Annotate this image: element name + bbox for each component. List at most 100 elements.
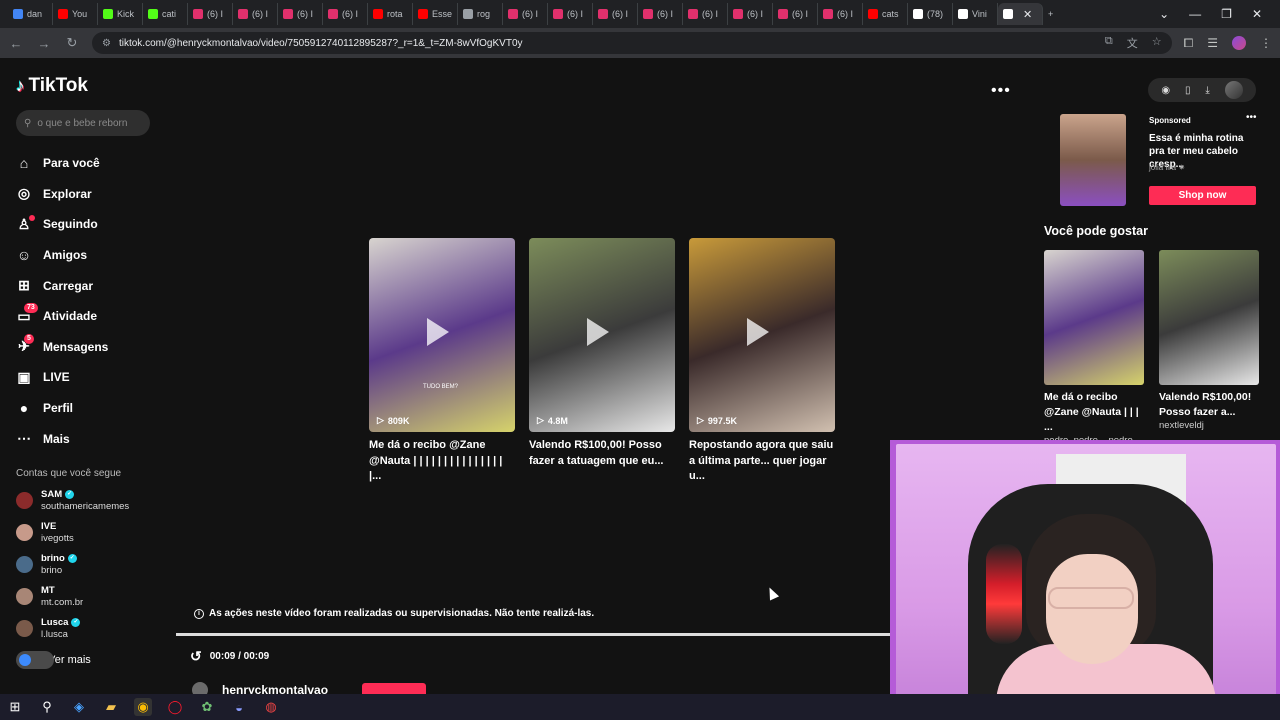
chrome-icon[interactable]: ◉ [134,698,152,716]
nav-item-carregar[interactable]: ⊞ Carregar [16,270,170,301]
following-item[interactable]: MT mt.com.br [16,581,170,613]
file-explorer-icon[interactable]: ▰ [102,698,120,716]
start-icon[interactable]: ⊞ [6,698,24,716]
taskbar-search-icon[interactable]: ⚲ [38,698,56,716]
recommended-caption[interactable]: Me dá o recibo @Zane @Nauta | | | ... [1044,390,1144,435]
tiktok-logo[interactable]: ♪ TikTok [16,74,170,98]
recommended-author[interactable]: nextleveldj [1159,420,1259,431]
device-icon[interactable]: ▯ [1185,85,1191,96]
browser-tab[interactable]: (78) [908,3,954,25]
video-caption[interactable]: Me dá o recibo @Zane @Nauta | | | | | | … [369,438,515,485]
extensions-icon[interactable]: ⧠ [1184,36,1194,51]
browser-tab[interactable]: (6) I [773,3,819,25]
browser-tab[interactable]: cats [863,3,909,25]
recommended-thumbnail[interactable] [1159,250,1259,385]
download-icon[interactable]: ⤓ [1205,85,1209,96]
video-caption[interactable]: Valendo R$100,00! Posso fazer a tatuagem… [529,438,675,469]
see-more-link[interactable]: Ver mais [48,654,91,666]
video-thumbnail[interactable]: TUDO BEM? ▷ 809K [369,238,515,432]
nav-item-perfil[interactable]: ● Perfil [16,393,170,424]
tiktok-favicon-icon [1003,9,1014,19]
media-icon[interactable]: ☰ [1207,36,1218,50]
obs-icon[interactable]: ◍ [262,698,280,716]
view-count-value: 4.8M [547,415,568,426]
browser-tab[interactable]: rog [458,3,504,25]
close-tab-icon[interactable]: ✕ [1023,8,1032,21]
recommended-video[interactable]: Valendo R$100,00! Posso fazer a... nextle… [1159,250,1259,431]
more-options-icon[interactable]: ••• [991,82,1011,100]
browser-tab[interactable]: (6) I [593,3,639,25]
nav-item-atividade[interactable]: ▭ 73 Atividade [16,301,170,332]
recommended-video[interactable]: Me dá o recibo @Zane @Nauta | | | ...ped… [1044,250,1146,446]
following-item[interactable]: IVE ivegotts [16,517,170,549]
ad-more-icon[interactable]: ••• [1246,112,1257,123]
coins-icon[interactable]: ◉ [1161,85,1170,96]
maximize-button[interactable]: ❐ [1221,7,1232,21]
browser-tab[interactable]: (6) I [818,3,864,25]
install-app-icon[interactable]: ⧉ [1105,35,1113,51]
copilot-icon[interactable]: ◈ [70,698,88,716]
video-card[interactable]: TUDO BEM? ▷ 809K Me dá o recibo @Zane @Naut… [369,238,515,485]
video-card[interactable]: ▷ 4.8M Valendo R$100,00! Posso fazer a tat… [529,238,675,485]
browser-tab[interactable]: (6) I [278,3,323,25]
video-card[interactable]: ▷ 997.5K Repostando agora que saiu a últim… [689,238,835,485]
browser-tab[interactable]: Esse [413,3,459,25]
browser-tab[interactable]: (6) I [728,3,774,25]
nav-item-mensagens[interactable]: ✈ 5 Mensagens [16,332,170,363]
progress-bar[interactable] [176,633,892,636]
tab-search-icon[interactable]: ⌄ [1159,7,1169,21]
browser-tab[interactable]: rota [368,3,413,25]
translate-icon[interactable]: 文 [1127,35,1138,51]
browser-tab[interactable]: (6) I [638,3,684,25]
ad-image[interactable] [1060,114,1126,206]
browser-tab[interactable]: (6) I [548,3,594,25]
active-tab[interactable]: ✕ [998,3,1044,25]
game-icon[interactable]: ✿ [198,698,216,716]
minimize-button[interactable]: — [1189,7,1201,21]
browser-tab[interactable]: (6) I [683,3,729,25]
new-tab-button[interactable]: + [1043,3,1088,25]
browser-tab[interactable]: Kick [98,3,143,25]
video-thumbnail[interactable]: ▷ 997.5K [689,238,835,432]
browser-tab[interactable]: dan [8,3,53,25]
following-item[interactable]: Lusca ✓ l.lusca [16,613,170,645]
browser-tab[interactable]: (6) I [188,3,233,25]
view-count: ▷ 4.8M [537,415,568,426]
back-button[interactable]: ← [8,36,24,51]
toggle-switch[interactable] [16,650,54,669]
following-item[interactable]: SAM ✓ southamericamemes [16,485,170,517]
browser-tab[interactable]: (6) I [233,3,278,25]
following-item[interactable]: brino ✓ brino [16,549,170,581]
nav-item-live[interactable]: ▣ LIVE [16,362,170,393]
video-thumbnail[interactable]: ▷ 4.8M [529,238,675,432]
replay-icon[interactable]: ↺ [190,648,202,665]
search-input[interactable]: ⚲ o que e bebe reborn [16,110,150,136]
forward-button[interactable]: → [36,36,52,51]
chrome-menu-icon[interactable]: ⋮ [1260,36,1272,50]
play-icon [427,318,449,346]
user-avatar[interactable] [1224,81,1243,99]
nav-item-para-você[interactable]: ⌂ Para você [16,148,170,179]
reload-button[interactable]: ↻ [64,35,80,51]
browser-tab[interactable]: cati [143,3,188,25]
browser-tab[interactable]: (6) I [323,3,368,25]
opera-icon[interactable]: ◯ [166,698,184,716]
recommended-caption[interactable]: Valendo R$100,00! Posso fazer a... [1159,390,1259,420]
nav-item-seguindo[interactable]: ♙ Seguindo [16,209,170,240]
address-bar[interactable]: ⚙ tiktok.com/@henryckmontalvao/video/750… [92,32,1172,54]
nav-item-explorar[interactable]: ◎ Explorar [16,179,170,210]
nav-item-amigos[interactable]: ☺ Amigos [16,240,170,271]
video-caption[interactable]: Repostando agora que saiu a última parte… [689,438,835,485]
bookmark-star-icon[interactable]: ☆ [1152,35,1162,51]
profile-avatar[interactable] [1232,36,1246,50]
recommended-thumbnail[interactable] [1044,250,1144,385]
close-window-button[interactable]: ✕ [1252,7,1262,21]
nav-item-mais[interactable]: ⋯ Mais [16,423,170,454]
browser-tab[interactable]: (6) I [503,3,549,25]
see-more-row[interactable]: Ver mais [16,650,170,669]
browser-tab[interactable]: You [53,3,98,25]
browser-tab[interactable]: Vini [953,3,999,25]
site-info-icon[interactable]: ⚙ [102,38,111,49]
shop-now-button[interactable]: Shop now [1149,186,1256,205]
discord-icon[interactable]: ◒ [230,698,248,716]
